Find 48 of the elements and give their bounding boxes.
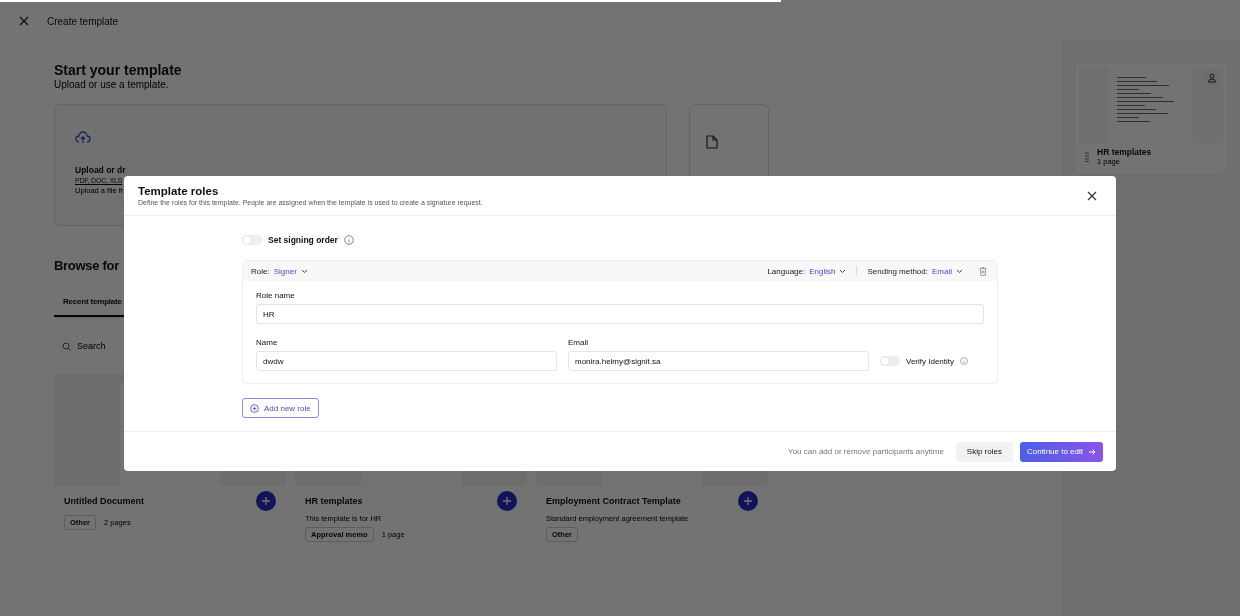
plus-circle-icon (250, 403, 259, 413)
upload-title: Upload or dr (75, 165, 126, 175)
chevron-down-icon (956, 268, 963, 274)
trash-icon[interactable] (979, 266, 987, 276)
name-field[interactable]: dwdw (256, 351, 557, 371)
language-dropdown[interactable]: English (809, 266, 847, 276)
info-icon[interactable] (960, 357, 969, 365)
toggle-switch[interactable] (242, 235, 262, 245)
chevron-down-icon (839, 268, 847, 274)
add-icon[interactable] (497, 491, 517, 511)
sending-method-dropdown[interactable]: Email (932, 266, 963, 276)
role-name-field[interactable]: HR (256, 304, 984, 324)
search-field[interactable]: Search (77, 341, 137, 351)
field-label: Email (568, 338, 588, 347)
sending-method-label: Sending method: (867, 266, 928, 276)
add-icon[interactable] (738, 491, 758, 511)
role-label: Role: (251, 266, 270, 276)
field-label: Role name (256, 291, 295, 300)
dialog-title: Template roles (138, 185, 219, 197)
arrow-right-icon (1088, 447, 1096, 456)
add-icon[interactable] (256, 491, 276, 511)
section-subtitle: Upload or use a template. (54, 79, 169, 90)
signing-order-label: Set signing order (268, 235, 338, 245)
section-title: Browse for (54, 258, 119, 273)
role-dropdown[interactable]: Signer (273, 266, 308, 276)
field-label: Name (256, 338, 278, 347)
template-title: Employment Contract Template (546, 496, 681, 506)
person-icon[interactable] (1205, 71, 1219, 85)
email-field[interactable]: monira.helmy@signit.sa (568, 351, 869, 371)
verify-identity-label: Verify Identity (906, 356, 955, 366)
add-role-button[interactable]: Add new role (242, 398, 319, 418)
footer-note: You can add or remove participants anytime (788, 447, 944, 456)
cloud-upload-icon (75, 131, 91, 145)
close-icon[interactable] (1087, 190, 1097, 201)
preview-title: HR templates (1097, 147, 1152, 157)
drag-handle-icon[interactable] (1085, 151, 1089, 162)
section-title: Start your template (54, 62, 182, 78)
document-icon (706, 135, 718, 149)
template-title: Untitled Document (64, 496, 144, 506)
template-title: HR templates (305, 496, 363, 506)
page-title: Create template (47, 15, 119, 27)
language-label: Language: (767, 266, 806, 276)
chevron-down-icon (300, 268, 308, 274)
search-icon (62, 341, 71, 351)
skip-roles-button[interactable]: Skip roles (955, 441, 1013, 462)
info-icon[interactable] (343, 235, 354, 245)
continue-button[interactable]: Continue to edit (1019, 441, 1103, 462)
toggle-switch[interactable] (880, 356, 900, 366)
